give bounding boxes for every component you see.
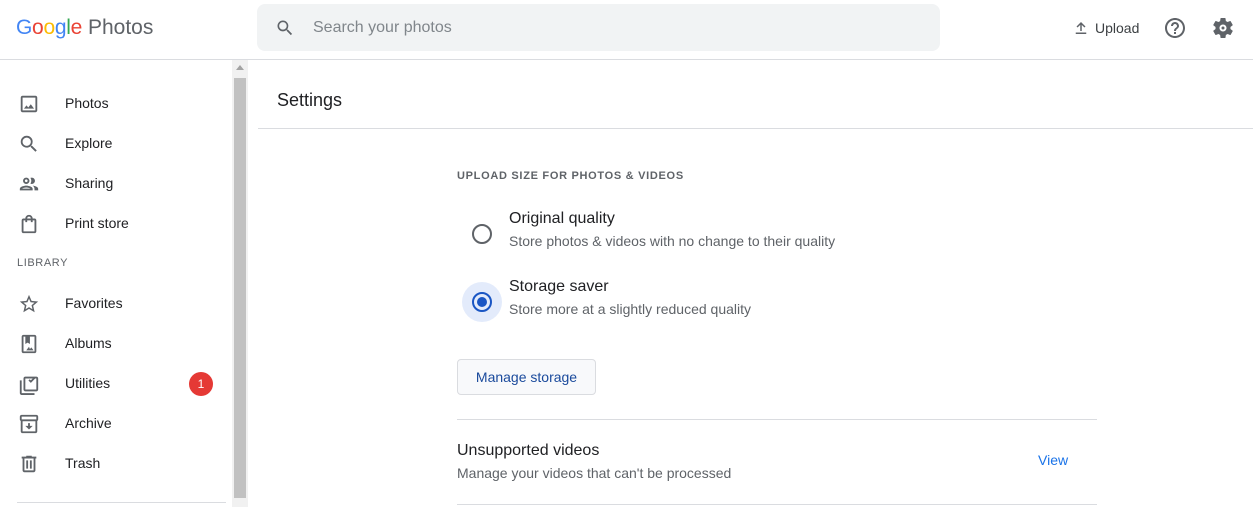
archive-icon	[18, 413, 40, 435]
upload-size-heading: UPLOAD SIZE FOR PHOTOS & VIDEOS	[457, 170, 684, 182]
sidebar-scrollbar[interactable]	[232, 60, 248, 507]
sidebar-item-trash[interactable]: Trash	[0, 443, 232, 483]
sidebar-item-label: Sharing	[65, 175, 114, 191]
manage-storage-button[interactable]: Manage storage	[457, 359, 596, 395]
upload-label: Upload	[1095, 20, 1140, 36]
utilities-notification-badge: 1	[189, 372, 213, 396]
trash-icon	[18, 453, 40, 475]
sidebar-item-explore[interactable]: Explore	[0, 123, 232, 163]
sidebar-item-label: Trash	[65, 455, 101, 471]
utilities-icon	[18, 373, 40, 395]
sidebar-item-utilities[interactable]: Utilities 1	[0, 363, 232, 403]
original-quality-radio-wrap[interactable]	[462, 214, 502, 254]
option-description: Store more at a slightly reduced quality	[509, 301, 752, 317]
title-divider	[258, 128, 1253, 129]
sidebar-item-print-store[interactable]: Print store	[0, 203, 232, 243]
help-icon	[1165, 18, 1185, 38]
section-divider	[457, 419, 1097, 420]
unsupported-videos-description: Manage your videos that can't be process…	[457, 465, 732, 481]
sidebar-item-photos[interactable]: Photos	[0, 83, 232, 123]
search-icon[interactable]	[275, 18, 295, 38]
original-quality-radio[interactable]	[472, 224, 492, 244]
storage-saver-radio-wrap[interactable]	[462, 282, 502, 322]
upload-icon	[1075, 22, 1087, 34]
scroll-up-arrow-icon[interactable]	[236, 65, 244, 70]
sidebar-divider	[17, 502, 226, 503]
page-title: Settings	[277, 90, 343, 110]
help-button[interactable]	[1159, 12, 1191, 44]
photo-icon	[18, 93, 40, 115]
original-quality-option[interactable]: Original quality Store photos & videos w…	[462, 210, 1102, 258]
logo-wordmark: Google	[16, 16, 82, 39]
google-photos-logo[interactable]: Google Photos	[16, 14, 153, 42]
album-icon	[18, 333, 40, 355]
search-icon	[18, 133, 40, 155]
sidebar-item-label: Utilities	[65, 375, 111, 391]
sidebar-item-label: Archive	[65, 415, 112, 431]
shopping-bag-icon	[18, 213, 40, 235]
option-description: Store photos & videos with no change to …	[509, 233, 836, 249]
search-bar[interactable]	[257, 4, 940, 51]
section-divider	[457, 504, 1097, 505]
storage-saver-radio[interactable]	[472, 292, 492, 312]
sidebar-item-archive[interactable]: Archive	[0, 403, 232, 443]
upload-button[interactable]: Upload	[1064, 12, 1147, 44]
settings-page: Settings UPLOAD SIZE FOR PHOTOS & VIDEOS…	[258, 60, 1253, 507]
star-icon	[18, 293, 40, 315]
sidebar-item-label: Explore	[65, 135, 113, 151]
sidebar-item-label: Albums	[65, 335, 112, 351]
gear-icon	[1213, 17, 1233, 38]
storage-saver-option[interactable]: Storage saver Store more at a slightly r…	[462, 278, 1102, 326]
unsupported-videos-title: Unsupported videos	[457, 442, 600, 459]
sidebar-item-label: Favorites	[65, 295, 123, 311]
settings-button[interactable]	[1207, 12, 1239, 44]
sidebar-item-label: Print store	[65, 215, 129, 231]
option-title: Storage saver	[509, 278, 609, 295]
sidebar-item-albums[interactable]: Albums	[0, 323, 232, 363]
logo-product-name: Photos	[87, 16, 154, 39]
library-section-label: LIBRARY	[17, 257, 69, 269]
top-app-bar: GooglePhotos Upload	[0, 0, 1253, 60]
scrollbar-thumb[interactable]	[234, 78, 246, 498]
sidebar-item-label: Photos	[65, 95, 109, 111]
sidebar-item-favorites[interactable]: Favorites	[0, 283, 232, 323]
radio-selected-dot	[477, 297, 487, 307]
view-unsupported-videos-link[interactable]: View	[1038, 452, 1068, 468]
people-icon	[18, 173, 40, 195]
sidebar-item-sharing[interactable]: Sharing	[0, 163, 232, 203]
search-input[interactable]	[313, 18, 873, 37]
option-title: Original quality	[509, 210, 615, 227]
sidebar: Photos Explore Sharing Print store LIBRA…	[0, 60, 248, 507]
